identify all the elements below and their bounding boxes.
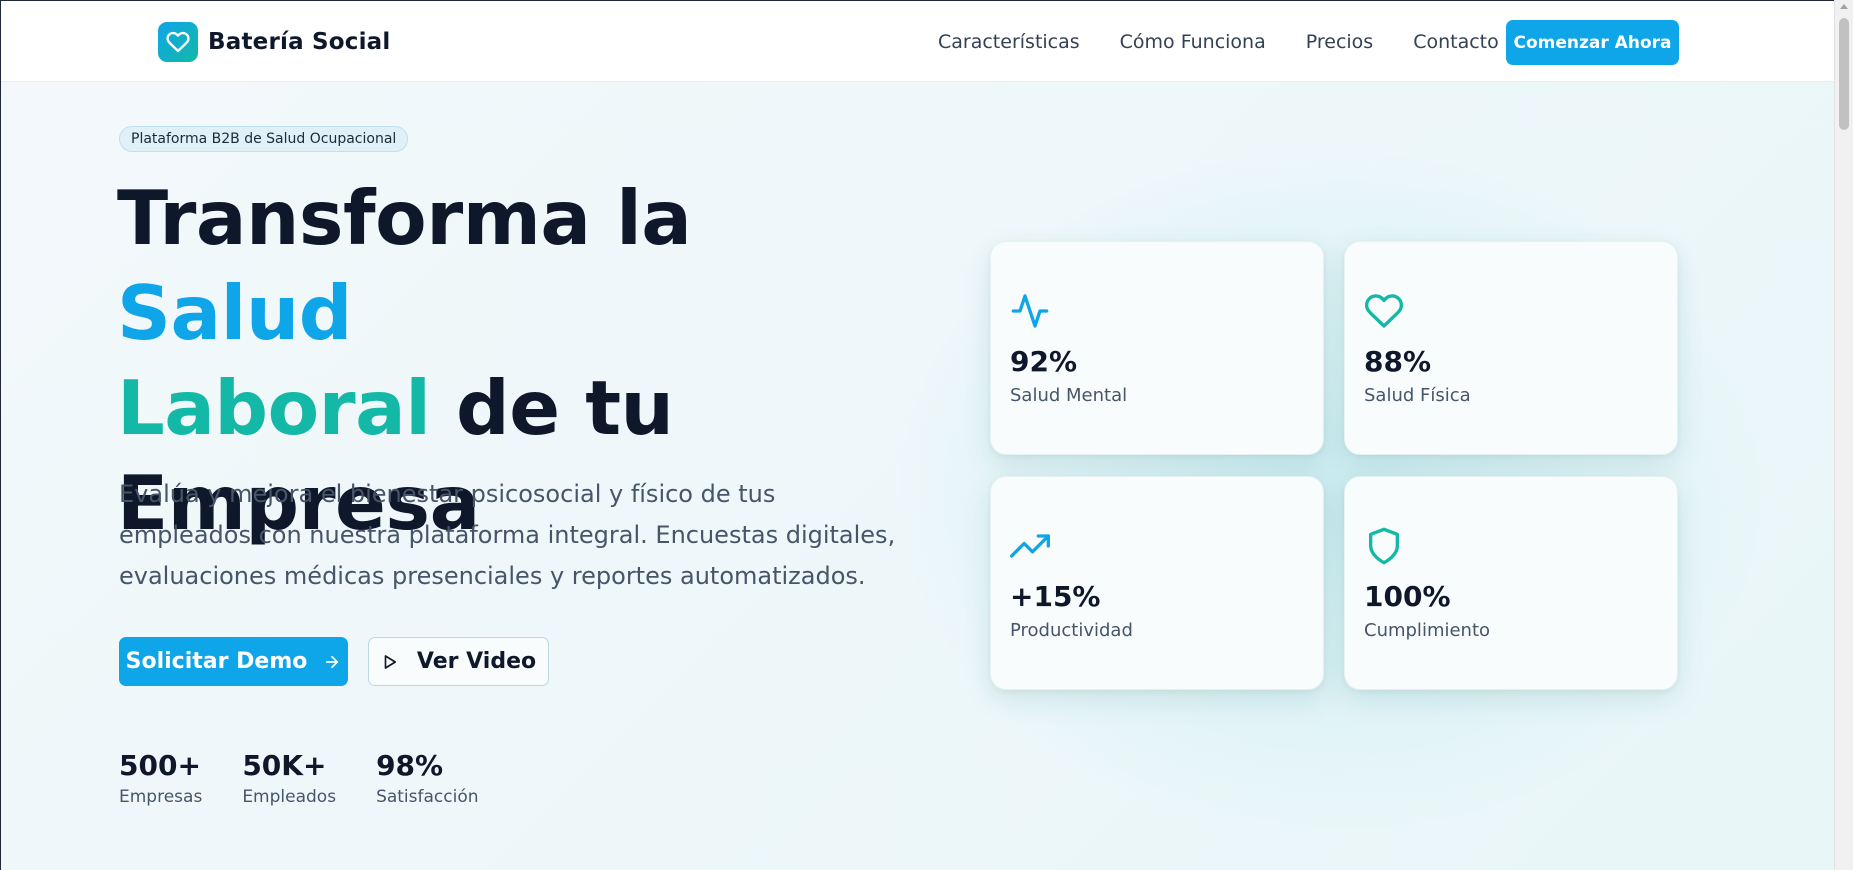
metric-value: 100%	[1364, 580, 1451, 613]
stat-satisfaccion: 98% Satisfacción	[376, 749, 478, 809]
nav-link-contacto[interactable]: Contacto	[1413, 29, 1499, 55]
hero-title-part2: de tu	[430, 364, 674, 452]
hero-title-accent-laboral: Laboral	[117, 364, 431, 452]
hero-title-part1: Transforma la	[117, 174, 692, 262]
metric-card-salud-mental: 92% Salud Mental	[990, 241, 1324, 455]
arrow-right-icon	[323, 653, 341, 671]
ver-video-button[interactable]: Ver Video	[368, 637, 549, 686]
play-icon	[381, 653, 399, 671]
nav-link-precios[interactable]: Precios	[1306, 29, 1373, 55]
stat-label: Empleados	[242, 787, 337, 807]
heart-icon	[1364, 291, 1404, 331]
metric-label: Salud Física	[1364, 385, 1471, 406]
stat-empleados: 50K+ Empleados	[242, 749, 336, 809]
metric-card-cumplimiento: 100% Cumplimiento	[1344, 476, 1678, 690]
shield-icon	[1364, 526, 1404, 566]
metric-label: Cumplimiento	[1364, 620, 1491, 641]
comenzar-ahora-button[interactable]: Comenzar Ahora	[1506, 20, 1679, 65]
main-nav: Características Cómo Funciona Precios Co…	[938, 29, 1539, 55]
hero-title-accent-salud: Salud	[117, 269, 352, 357]
platform-badge: Plataforma B2B de Salud Ocupacional	[119, 126, 409, 152]
solicitar-demo-label: Solicitar Demo	[125, 649, 308, 674]
site-header: Batería Social Características Cómo Func…	[1, 1, 1834, 82]
hero-stats: 500+ Empresas 50K+ Empleados 98% Satisfa…	[119, 749, 519, 809]
stat-empresas: 500+ Empresas	[119, 749, 202, 809]
nav-link-como-funciona[interactable]: Cómo Funciona	[1120, 29, 1266, 55]
metric-card-salud-fisica: 88% Salud Física	[1344, 241, 1678, 455]
nav-link-caracteristicas[interactable]: Características	[938, 29, 1080, 55]
metric-value: 92%	[1010, 345, 1078, 378]
page-scrollbar[interactable]	[1834, 0, 1853, 870]
activity-icon	[1010, 291, 1050, 331]
metric-label: Productividad	[1010, 620, 1133, 641]
metric-value: +15%	[1010, 580, 1101, 613]
brand-logo[interactable]: Batería Social	[158, 22, 391, 62]
heart-logo-icon	[158, 22, 198, 62]
hero-description: Evalúa y mejora el bienestar psicosocial…	[119, 480, 896, 590]
stat-value: 50K+	[242, 749, 327, 782]
metric-card-productividad: +15% Productividad	[990, 476, 1324, 690]
trending-up-icon	[1010, 526, 1050, 566]
brand-name: Batería Social	[208, 29, 391, 55]
ver-video-label: Ver Video	[416, 649, 537, 674]
stat-label: Empresas	[119, 787, 203, 807]
stat-label: Satisfacción	[376, 787, 479, 807]
scroll-up-arrow-icon[interactable]	[1840, 4, 1848, 9]
metric-value: 88%	[1364, 345, 1432, 378]
solicitar-demo-button[interactable]: Solicitar Demo	[119, 637, 348, 686]
page-viewport: Batería Social Características Cómo Func…	[0, 0, 1834, 870]
stat-value: 98%	[376, 749, 444, 782]
scroll-thumb[interactable]	[1839, 18, 1849, 130]
metric-label: Salud Mental	[1010, 385, 1128, 406]
stat-value: 500+	[119, 749, 201, 782]
